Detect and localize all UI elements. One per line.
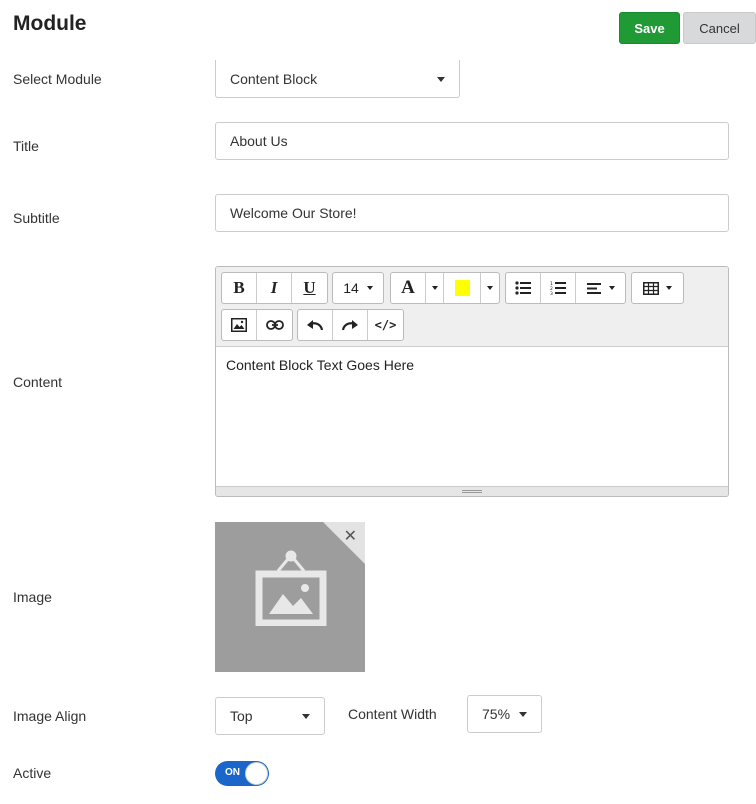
page-title: Module [13, 12, 87, 35]
chevron-down-icon [437, 76, 445, 82]
link-icon[interactable] [257, 310, 292, 340]
content-label: Content [13, 374, 63, 390]
subtitle-input-value: Welcome Our Store! [230, 205, 357, 221]
highlight-icon[interactable] [444, 273, 481, 303]
font-color-dropdown[interactable] [426, 273, 444, 303]
chevron-down-icon [608, 286, 615, 290]
editor-resize-handle[interactable] [216, 486, 728, 496]
bold-icon[interactable]: B [222, 273, 257, 303]
title-input-value: About Us [230, 133, 288, 149]
italic-icon[interactable]: I [257, 273, 292, 303]
image-align-select[interactable]: Top [215, 697, 325, 735]
history-group: </> [297, 309, 404, 341]
font-color-icon[interactable]: A [391, 273, 426, 303]
numbered-list-icon[interactable]: 123 [541, 273, 576, 303]
rich-text-editor: B I U 14 A 123 </> Content Block Text Go… [215, 266, 729, 497]
svg-text:3: 3 [550, 291, 553, 295]
editor-toolbar: B I U 14 A 123 </> [216, 267, 728, 347]
module-select[interactable]: Content Block [215, 60, 460, 98]
image-align-value: Top [230, 708, 253, 724]
remove-image-icon[interactable]: ✕ [344, 526, 357, 546]
table-icon [632, 273, 683, 303]
undo-icon[interactable] [298, 310, 333, 340]
chevron-down-icon [666, 286, 672, 290]
image-align-label: Image Align [13, 708, 87, 724]
content-width-select[interactable]: 75% [467, 695, 542, 733]
select-module-label: Select Module [13, 71, 102, 87]
content-width-value: 75% [482, 706, 511, 722]
subtitle-label: Subtitle [13, 210, 60, 226]
text-style-group: B I U [221, 272, 328, 304]
underline-icon[interactable]: U [292, 273, 327, 303]
paragraph-group: 123 [505, 272, 626, 304]
content-width-label: Content Width [348, 706, 437, 722]
code-view-icon[interactable]: </> [368, 310, 403, 340]
toggle-knob [245, 762, 268, 785]
color-group: A [390, 272, 500, 304]
highlight-dropdown[interactable] [481, 273, 499, 303]
picture-icon [255, 550, 327, 626]
table-dropdown[interactable] [631, 272, 684, 304]
title-label: Title [13, 138, 39, 154]
image-placeholder[interactable]: ✕ [215, 522, 365, 672]
chevron-down-icon [366, 286, 373, 290]
chevron-down-icon [431, 286, 438, 290]
cancel-button[interactable]: Cancel [683, 12, 756, 44]
toggle-state-label: ON [225, 767, 240, 778]
redo-icon[interactable] [333, 310, 368, 340]
save-button[interactable]: Save [619, 12, 680, 44]
insert-group [221, 309, 293, 341]
title-input[interactable]: About Us [215, 122, 729, 160]
subtitle-input[interactable]: Welcome Our Store! [215, 194, 729, 232]
font-size-dropdown[interactable]: 14 [332, 272, 384, 304]
content-edit-area[interactable]: Content Block Text Goes Here [216, 347, 728, 487]
chevron-down-icon [487, 286, 493, 290]
image-icon[interactable] [222, 310, 257, 340]
module-select-value: Content Block [230, 70, 318, 87]
image-label: Image [13, 589, 52, 605]
chevron-down-icon [302, 714, 310, 719]
font-size-value: 14 [343, 280, 359, 296]
bullet-list-icon[interactable] [506, 273, 541, 303]
align-icon[interactable] [576, 273, 625, 303]
chevron-down-icon [519, 712, 527, 717]
active-toggle[interactable]: ON [215, 761, 269, 786]
active-label: Active [13, 765, 52, 781]
